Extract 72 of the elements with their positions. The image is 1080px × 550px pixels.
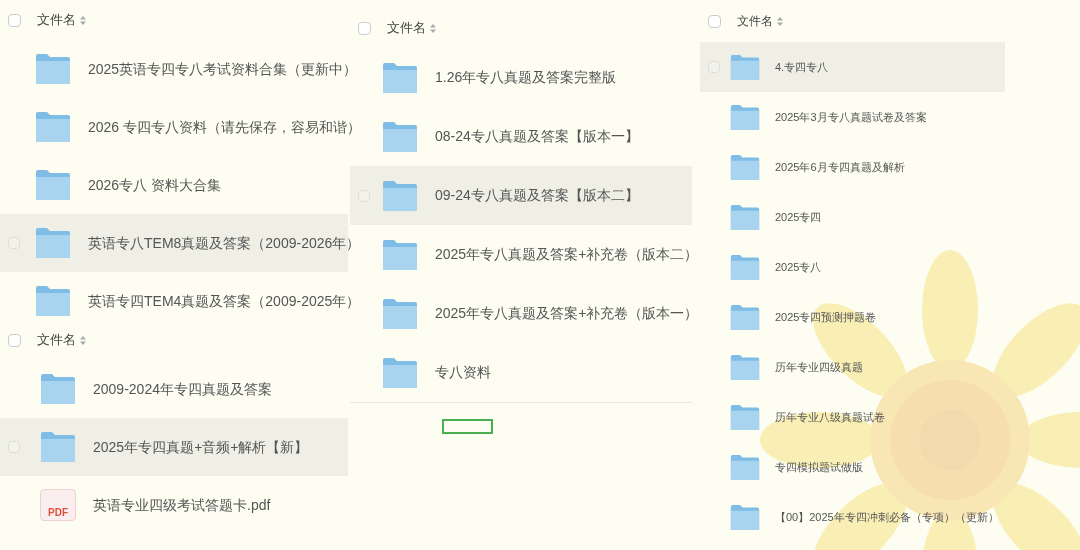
file-name: 2026专八 资料大合集	[88, 175, 222, 195]
file-name: 4.专四专八	[775, 59, 829, 75]
file-row[interactable]: 历年专业四级真题	[700, 342, 1005, 392]
file-name: 历年专业四级真题	[775, 359, 863, 375]
selection-rectangle	[442, 419, 493, 434]
file-row[interactable]: 2025年6月专四真题及解析	[700, 142, 1005, 192]
file-name: 专八资料	[435, 363, 491, 382]
file-name: 2025专四预测押题卷	[775, 309, 877, 325]
checkbox[interactable]	[8, 13, 21, 27]
file-row[interactable]: 2025专四	[700, 192, 1005, 242]
file-name: 09-24专八真题及答案【版本二】	[435, 186, 639, 205]
file-row[interactable]: 2025年专四真题+音频+解析【新】	[0, 418, 348, 476]
folder-icon	[40, 431, 76, 463]
sort-icon[interactable]	[80, 335, 86, 345]
file-name: 1.26年专八真题及答案完整版	[435, 68, 617, 87]
file-name: 英语专业四级考试答题卡.pdf	[93, 495, 271, 515]
sort-icon[interactable]	[430, 23, 436, 33]
file-row[interactable]: 专四模拟题试做版	[700, 442, 1005, 492]
file-name: 历年专业八级真题试卷	[775, 409, 885, 425]
file-row[interactable]: 专八资料	[350, 343, 692, 402]
folder-icon	[730, 503, 760, 531]
file-row[interactable]: 2025专八	[700, 242, 1005, 292]
file-name: 【00】2025年专四冲刺必备（专项）（更新）	[775, 509, 999, 525]
file-name: 2025年6月专四真题及解析	[775, 159, 905, 175]
file-name: 2025年专四真题+音频+解析【新】	[93, 437, 309, 457]
pdf-file-icon: PDF	[40, 489, 76, 521]
file-row[interactable]: 【00】2025年专四冲刺必备（专项）（更新）	[700, 492, 1005, 542]
folder-icon	[730, 353, 760, 381]
folder-icon	[35, 53, 71, 85]
folder-icon	[730, 203, 760, 231]
folder-icon	[382, 179, 418, 212]
file-name: 2025专四	[775, 209, 822, 225]
file-row[interactable]: PDF 英语专业四级考试答题卡.pdf	[0, 476, 348, 534]
folder-icon	[730, 303, 760, 331]
sort-icon[interactable]	[777, 16, 783, 26]
folder-icon	[382, 238, 418, 271]
file-name: 专四模拟题试做版	[775, 459, 863, 475]
checkbox[interactable]	[358, 21, 371, 35]
folder-icon	[35, 285, 71, 317]
file-row[interactable]: 2026专八 资料大合集	[0, 156, 348, 214]
folder-icon	[730, 253, 760, 281]
folder-icon	[382, 297, 418, 330]
checkbox[interactable]	[708, 14, 721, 28]
column-header[interactable]: 文件名	[387, 18, 426, 38]
folder-icon	[730, 403, 760, 431]
file-name: 2009-2024年专四真题及答案	[93, 379, 272, 399]
folder-icon	[382, 356, 418, 389]
folder-icon	[730, 103, 760, 131]
file-row[interactable]: 2025专四预测押题卷	[700, 292, 1005, 342]
folder-icon	[35, 169, 71, 201]
file-name: 2025年3月专八真题试卷及答案	[775, 109, 927, 125]
folder-icon	[40, 373, 76, 405]
file-name: 2026 专四专八资料（请先保存，容易和谐）	[88, 117, 362, 137]
file-row[interactable]: 2009-2024年专四真题及答案	[0, 360, 348, 418]
file-row[interactable]: 4.专四专八	[700, 42, 1005, 92]
folder-icon	[730, 53, 760, 81]
folder-icon	[730, 453, 760, 481]
folder-icon	[730, 153, 760, 181]
file-name: 2025专八	[775, 259, 822, 275]
sort-icon[interactable]	[80, 15, 86, 25]
column-header[interactable]: 文件名	[37, 330, 76, 350]
folder-icon	[35, 111, 71, 143]
folder-icon	[382, 61, 418, 94]
column-header[interactable]: 文件名	[737, 12, 773, 30]
checkbox[interactable]	[8, 333, 21, 347]
file-row[interactable]: 09-24专八真题及答案【版本二】	[350, 166, 692, 225]
file-name: 08-24专八真题及答案【版本一】	[435, 127, 639, 146]
folder-icon	[382, 120, 418, 153]
file-row[interactable]: 历年专业八级真题试卷	[700, 392, 1005, 442]
folder-icon	[35, 227, 71, 259]
file-row[interactable]: 2025年3月专八真题试卷及答案	[700, 92, 1005, 142]
column-header[interactable]: 文件名	[37, 10, 76, 30]
